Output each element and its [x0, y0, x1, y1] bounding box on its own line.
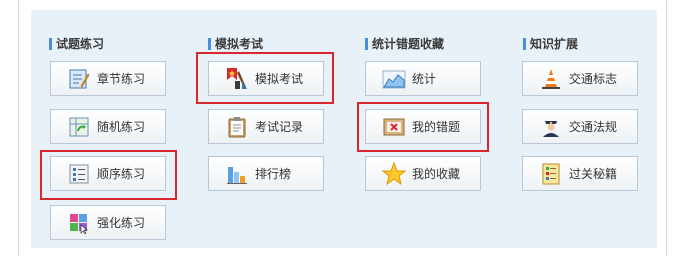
- intensive-practice-button[interactable]: 强化练习: [50, 205, 166, 240]
- pass-tips-button[interactable]: 过关秘籍: [522, 156, 638, 191]
- chapter-practice-label: 章节练习: [97, 72, 146, 86]
- statistics-button[interactable]: 统计: [365, 61, 481, 96]
- exam-record-button[interactable]: 考试记录: [208, 109, 324, 144]
- shuffle-sheet-icon: [67, 115, 91, 139]
- section-title-practice: 试题练习: [49, 37, 104, 51]
- star-icon: [382, 161, 406, 186]
- chapter-practice-button[interactable]: 章节练习: [50, 61, 166, 96]
- leaderboard-button[interactable]: 排行榜: [208, 156, 324, 191]
- highlight-box-mock-exam: [196, 52, 334, 104]
- notebook-pencil-icon: [67, 67, 91, 91]
- puzzle-blocks-icon: [67, 211, 91, 235]
- traffic-cone-icon: [539, 67, 563, 91]
- section-title-stats: 统计错题收藏: [365, 37, 444, 51]
- highlight-box-sequential-practice: [40, 150, 177, 200]
- traffic-regulations-button[interactable]: 交通法规: [522, 109, 638, 144]
- frame-border-right: [666, 0, 667, 256]
- my-favorites-button[interactable]: 我的收藏: [365, 156, 481, 191]
- police-officer-icon: [539, 115, 563, 139]
- intensive-practice-label: 强化练习: [97, 216, 146, 230]
- area-chart-icon: [382, 67, 406, 91]
- random-practice-label: 随机练习: [97, 120, 146, 134]
- checklist-book-icon: [539, 162, 563, 186]
- traffic-signs-button[interactable]: 交通标志: [522, 61, 638, 96]
- highlight-box-wrong-questions: [357, 102, 489, 152]
- traffic-regulations-label: 交通法规: [569, 120, 618, 134]
- random-practice-button[interactable]: 随机练习: [50, 109, 166, 144]
- traffic-signs-label: 交通标志: [569, 72, 618, 86]
- pass-tips-label: 过关秘籍: [569, 167, 618, 181]
- statistics-label: 统计: [412, 72, 437, 86]
- bar-chart-icon: [225, 162, 249, 186]
- my-favorites-label: 我的收藏: [412, 167, 461, 181]
- clipboard-icon: [225, 115, 249, 139]
- frame-border-left: [18, 0, 19, 256]
- exam-record-label: 考试记录: [255, 120, 304, 134]
- leaderboard-label: 排行榜: [255, 167, 292, 181]
- section-title-mock-exam: 模拟考试: [208, 37, 263, 51]
- section-title-knowledge: 知识扩展: [523, 37, 578, 51]
